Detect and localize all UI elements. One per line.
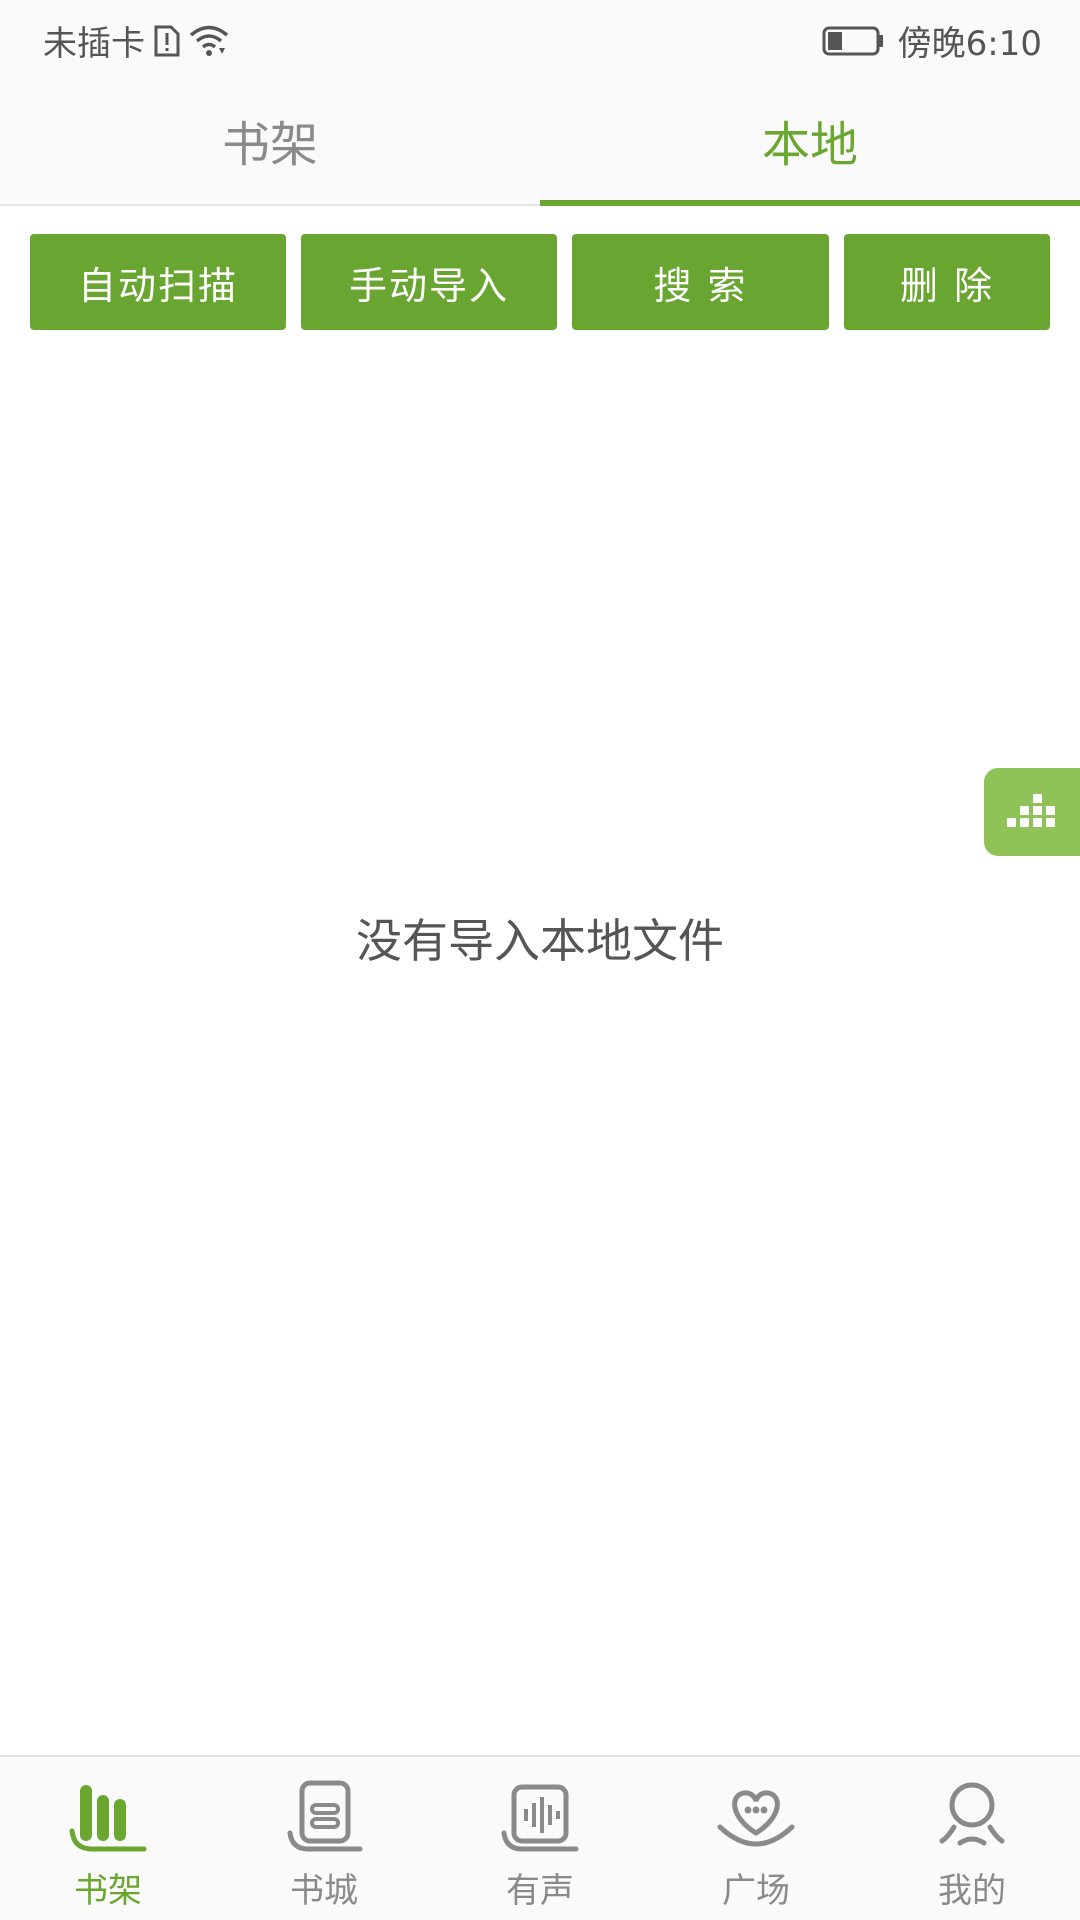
empty-state-message: 没有导入本地文件 <box>356 914 724 968</box>
bookstore-icon <box>284 1777 364 1857</box>
bottom-nav: 书架 书城 有声 广场 我的 <box>0 1755 1080 1920</box>
equalizer-icon <box>1006 790 1058 834</box>
tab-active-indicator <box>540 200 1080 206</box>
nav-item-profile[interactable]: 我的 <box>864 1757 1080 1920</box>
nav-item-audio[interactable]: 有声 <box>432 1757 648 1920</box>
wifi-icon <box>189 24 229 58</box>
nav-label-bookstore: 书城 <box>290 1871 358 1911</box>
top-tabs: 书架 本地 <box>0 76 1080 206</box>
status-right: 傍晚6:10 <box>822 16 1042 65</box>
nav-label-profile: 我的 <box>938 1871 1006 1911</box>
nav-item-bookstore[interactable]: 书城 <box>216 1757 432 1920</box>
delete-button[interactable]: 删 除 <box>844 234 1050 330</box>
manual-import-button[interactable]: 手动导入 <box>301 234 557 330</box>
page: 未插卡 傍晚6:10 书架 本地 自动扫描 手动导入 搜 索 删 除 没有导入本… <box>0 0 1080 1920</box>
auto-scan-button[interactable]: 自动扫描 <box>30 234 286 330</box>
floating-equalizer-button[interactable] <box>984 768 1080 856</box>
bookshelf-icon <box>68 1777 148 1857</box>
status-bar: 未插卡 傍晚6:10 <box>0 0 1080 76</box>
search-button[interactable]: 搜 索 <box>572 234 829 330</box>
carrier-text: 未插卡 <box>43 24 145 64</box>
status-left: 未插卡 <box>43 16 229 65</box>
status-time: 傍晚6:10 <box>897 24 1042 64</box>
sim-alert-icon <box>153 24 181 58</box>
nav-item-square[interactable]: 广场 <box>648 1757 864 1920</box>
nav-item-bookshelf[interactable]: 书架 <box>0 1757 216 1920</box>
nav-label-bookshelf: 书架 <box>74 1871 142 1911</box>
audio-icon <box>500 1777 580 1857</box>
tab-local[interactable]: 本地 <box>540 76 1080 204</box>
nav-label-square: 广场 <box>722 1871 790 1911</box>
profile-icon <box>932 1777 1012 1857</box>
battery-icon <box>822 26 884 56</box>
action-toolbar: 自动扫描 手动导入 搜 索 删 除 <box>0 234 1080 330</box>
tab-bookshelf[interactable]: 书架 <box>0 76 540 204</box>
heart-square-icon <box>716 1777 796 1857</box>
nav-label-audio: 有声 <box>506 1871 574 1911</box>
